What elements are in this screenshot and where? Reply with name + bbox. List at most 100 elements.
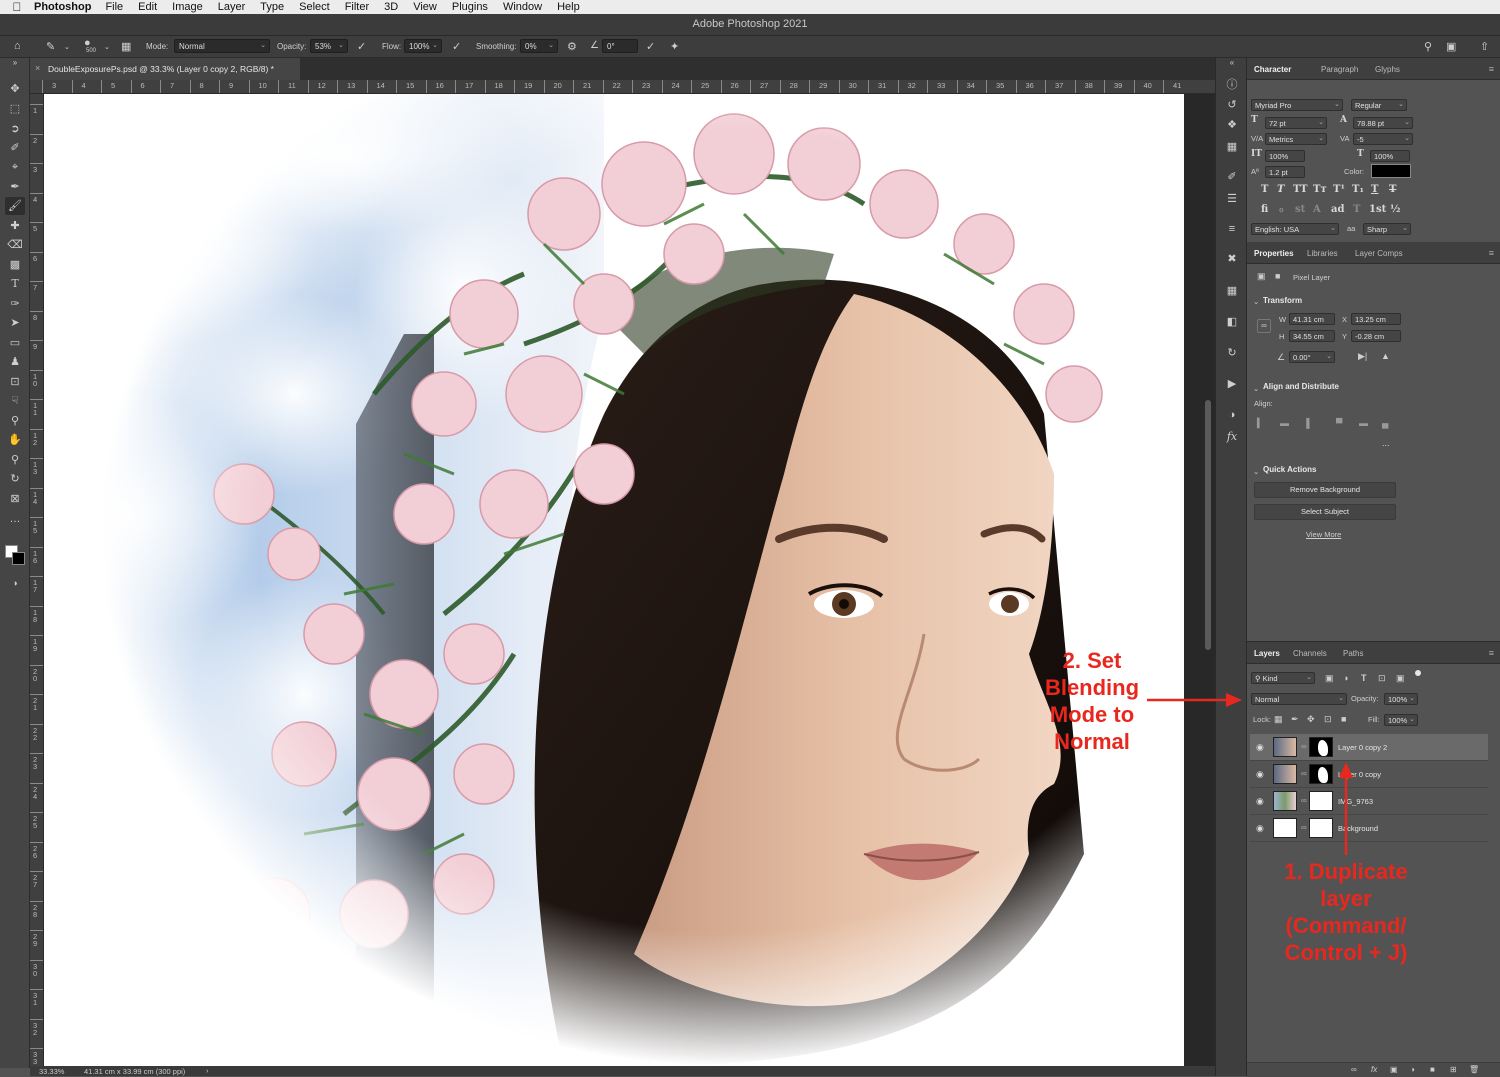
brush-tool-icon[interactable]: 🖌 bbox=[5, 197, 25, 215]
3d-icon[interactable]: ❖ bbox=[1222, 116, 1242, 134]
tab-character[interactable]: Character bbox=[1254, 65, 1291, 74]
path-select-tool-icon[interactable]: ➤ bbox=[5, 314, 25, 332]
menu-select[interactable]: Select bbox=[299, 1, 330, 13]
text-color-swatch[interactable] bbox=[1371, 164, 1411, 178]
strikethrough-icon[interactable]: T bbox=[1389, 184, 1396, 195]
apple-icon[interactable]:  bbox=[0, 0, 34, 14]
filter-pixel-icon[interactable]: ▣ bbox=[1325, 673, 1334, 684]
language-select[interactable]: English: USA ⌄ bbox=[1251, 223, 1339, 235]
faux-italic-icon[interactable]: T bbox=[1277, 184, 1284, 195]
mode-select[interactable]: Normal ⌄ bbox=[174, 39, 270, 53]
brush-panel-icon[interactable]: ✐ bbox=[1222, 168, 1242, 186]
more-tools-icon[interactable]: … bbox=[5, 510, 25, 528]
type-tool-icon[interactable]: T bbox=[5, 275, 25, 293]
font-style-select[interactable]: Regular ⌄ bbox=[1351, 99, 1407, 111]
ordinal-st-icon[interactable]: 1st bbox=[1369, 204, 1386, 215]
menu-3d[interactable]: 3D bbox=[384, 1, 398, 13]
collapse-icon[interactable]: « bbox=[1222, 58, 1242, 68]
link-icon[interactable]: ∞ bbox=[1351, 1065, 1357, 1074]
angle-input[interactable]: 0.00° ⌄ bbox=[1289, 351, 1335, 363]
height-input[interactable]: 34.55 cm bbox=[1289, 330, 1335, 342]
flip-vertical-icon[interactable]: ▲ bbox=[1381, 351, 1390, 361]
zoom-level[interactable]: 33.33% bbox=[39, 1067, 64, 1076]
fractions-icon[interactable]: ½ bbox=[1390, 204, 1400, 215]
superscript-icon[interactable]: T¹ bbox=[1333, 184, 1345, 195]
visibility-eye-icon[interactable]: ◉ bbox=[1256, 796, 1264, 807]
width-input[interactable]: 41.31 cm bbox=[1289, 313, 1335, 325]
quick-select-tool-icon[interactable]: ✐ bbox=[5, 139, 25, 157]
visibility-eye-icon[interactable]: ◉ bbox=[1256, 823, 1264, 834]
menu-file[interactable]: File bbox=[105, 1, 123, 13]
dodge-tool-icon[interactable]: ⚲ bbox=[5, 412, 25, 430]
artboard-tool-icon[interactable]: ⊠ bbox=[5, 490, 25, 508]
tab-channels[interactable]: Channels bbox=[1293, 649, 1327, 658]
visibility-eye-icon[interactable]: ◉ bbox=[1256, 742, 1264, 753]
tracking-input[interactable]: -5 ⌄ bbox=[1353, 133, 1413, 145]
rectangle-tool-icon[interactable]: ▭ bbox=[5, 334, 25, 352]
angle-input[interactable]: 0° bbox=[602, 39, 638, 53]
filter-smart-object-icon[interactable]: ▣ bbox=[1396, 673, 1405, 684]
y-input[interactable]: -0.28 cm bbox=[1351, 330, 1401, 342]
align-bottom-icon[interactable]: ▄ bbox=[1382, 418, 1388, 428]
menu-edit[interactable]: Edit bbox=[138, 1, 157, 13]
underline-icon[interactable]: T bbox=[1371, 184, 1378, 195]
symmetry-icon[interactable]: ✦ bbox=[670, 40, 679, 53]
lock-position-icon[interactable]: ✥ bbox=[1307, 714, 1315, 725]
workspace-icon[interactable]: ▣ bbox=[1446, 40, 1456, 53]
blend-mode-select[interactable]: Normal ⌄ bbox=[1251, 693, 1347, 705]
paragraph-icon[interactable]: ≡ bbox=[1222, 220, 1242, 238]
layer-row[interactable]: ◉ ∞ Layer 0 copy bbox=[1250, 761, 1488, 788]
layer-mask-thumbnail[interactable] bbox=[1309, 737, 1333, 757]
chevron-down-icon[interactable]: ⌄ bbox=[104, 43, 110, 51]
move-tool-icon[interactable]: ✥ bbox=[5, 80, 25, 98]
titling-icon[interactable]: ad bbox=[1331, 204, 1344, 215]
search-icon[interactable]: ⚲ bbox=[1424, 40, 1432, 53]
stylistic-icon[interactable]: A bbox=[1313, 204, 1321, 215]
ordinals-icon[interactable]: T bbox=[1353, 204, 1360, 215]
x-input[interactable]: 13.25 cm bbox=[1351, 313, 1401, 325]
menu-image[interactable]: Image bbox=[172, 1, 203, 13]
eyedropper-tool-icon[interactable]: ✒ bbox=[5, 178, 25, 196]
pen-tool-icon[interactable]: ✑ bbox=[5, 295, 25, 313]
layer-mask-thumbnail[interactable] bbox=[1309, 818, 1333, 838]
document-tab[interactable]: × DoubleExposurePs.psd @ 33.3% (Layer 0 … bbox=[30, 58, 300, 80]
close-icon[interactable]: × bbox=[35, 63, 40, 73]
opacity-input[interactable]: 53% ⌄ bbox=[310, 39, 348, 53]
fx-icon[interactable]: fx bbox=[1222, 428, 1242, 446]
filter-toggle[interactable] bbox=[1415, 670, 1421, 676]
hand-tool-icon[interactable]: ✋ bbox=[5, 431, 25, 449]
tab-layer-comps[interactable]: Layer Comps bbox=[1355, 249, 1403, 258]
actions-play-icon[interactable]: ▶ bbox=[1222, 375, 1242, 393]
menu-view[interactable]: View bbox=[413, 1, 437, 13]
marquee-tool-icon[interactable]: ⬚ bbox=[5, 100, 25, 118]
crop-tool-icon[interactable]: ⌖ bbox=[5, 158, 25, 176]
more-options-icon[interactable]: ... bbox=[1382, 438, 1390, 448]
faux-bold-icon[interactable]: T bbox=[1261, 184, 1268, 195]
chevron-down-icon[interactable]: ⌄ bbox=[1253, 384, 1259, 393]
menu-type[interactable]: Type bbox=[260, 1, 284, 13]
align-middle-v-icon[interactable]: ▬ bbox=[1359, 418, 1368, 428]
layer-name[interactable]: IMG_9763 bbox=[1338, 797, 1373, 806]
collapse-icon[interactable]: » bbox=[5, 58, 25, 68]
align-left-icon[interactable]: ▍ bbox=[1257, 418, 1264, 429]
chevron-down-icon[interactable]: ⌄ bbox=[64, 43, 70, 51]
font-family-select[interactable]: Myriad Pro ⌄ bbox=[1251, 99, 1343, 111]
grid-icon[interactable]: ▦ bbox=[1222, 138, 1242, 156]
lasso-tool-icon[interactable]: ➲ bbox=[5, 120, 25, 138]
zoom-tool-icon[interactable]: ⚲ bbox=[5, 451, 25, 469]
vertical-scrollbar[interactable] bbox=[1205, 400, 1211, 650]
lock-artboard-icon[interactable]: ⊡ bbox=[1324, 714, 1332, 725]
airbrush-icon[interactable]: ✓ bbox=[452, 40, 461, 53]
layer-filter-kind[interactable]: ⚲ Kind ⌄ bbox=[1251, 672, 1315, 684]
history-icon[interactable]: ↺ bbox=[1222, 96, 1242, 114]
tab-libraries[interactable]: Libraries bbox=[1307, 249, 1338, 258]
rotate-view-tool-icon[interactable]: ↻ bbox=[5, 470, 25, 488]
tools-icon[interactable]: ✖ bbox=[1222, 250, 1242, 268]
swatches-icon[interactable]: ▦ bbox=[1222, 282, 1242, 300]
eraser-tool-icon[interactable]: ⌫ bbox=[5, 236, 25, 254]
smudge-tool-icon[interactable]: ☟ bbox=[5, 392, 25, 410]
tab-properties[interactable]: Properties bbox=[1254, 249, 1294, 258]
old-style-icon[interactable]: ℴ bbox=[1279, 204, 1284, 215]
layer-row[interactable]: ◉ ∞ IMG_9763 bbox=[1250, 788, 1488, 815]
new-layer-icon[interactable]: ⊞ bbox=[1450, 1065, 1457, 1074]
